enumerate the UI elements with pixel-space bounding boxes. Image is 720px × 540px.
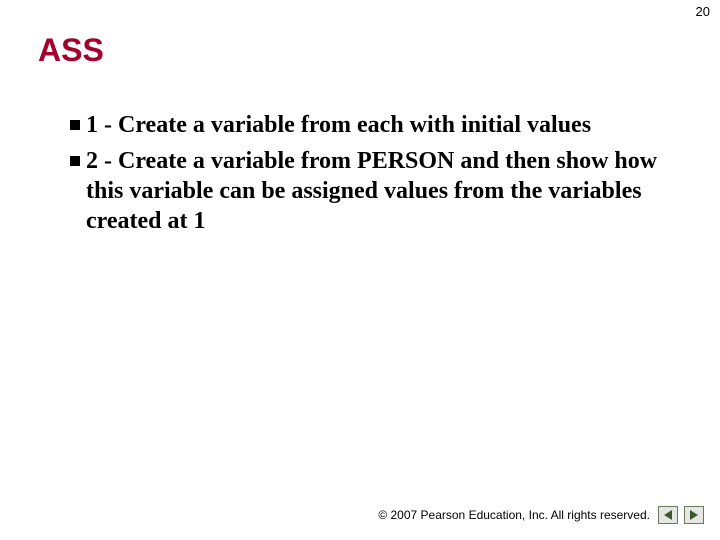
footer: © 2007 Pearson Education, Inc. All right…	[378, 506, 704, 524]
next-button[interactable]	[684, 506, 704, 524]
page-number: 20	[696, 4, 710, 19]
slide-body: 1 - Create a variable from each with ini…	[70, 110, 670, 242]
list-item-text: 2 - Create a variable from PERSON and th…	[86, 146, 670, 236]
square-bullet-icon	[70, 120, 80, 130]
slide-title: ASS	[38, 32, 104, 69]
prev-button[interactable]	[658, 506, 678, 524]
list-item: 1 - Create a variable from each with ini…	[70, 110, 670, 140]
triangle-right-icon	[690, 510, 698, 520]
list-item: 2 - Create a variable from PERSON and th…	[70, 146, 670, 236]
triangle-left-icon	[664, 510, 672, 520]
square-bullet-icon	[70, 156, 80, 166]
list-item-text: 1 - Create a variable from each with ini…	[86, 110, 591, 140]
copyright-text: © 2007 Pearson Education, Inc. All right…	[378, 508, 650, 522]
nav-buttons	[658, 506, 704, 524]
